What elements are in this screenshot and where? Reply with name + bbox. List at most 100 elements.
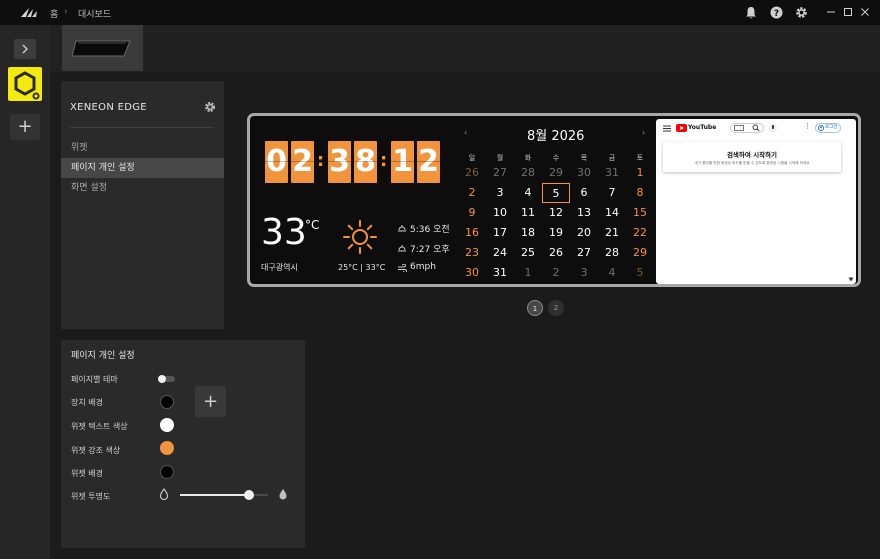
calendar-day: 8 — [636, 186, 644, 199]
weather-location: 대구광역시 — [261, 263, 298, 272]
calendar-day: 30 — [577, 166, 591, 179]
calendar-day: 3 — [580, 266, 588, 279]
calendar-day: 31 — [605, 166, 619, 179]
device-settings-gear-icon[interactable] — [204, 101, 216, 113]
title-bar: 홈 › 대시보드 ? — [0, 0, 880, 25]
menu-item-page-personalization[interactable]: 페이지 개인 설정 — [61, 158, 224, 178]
calendar-day: 25 — [521, 246, 535, 259]
widget-accent-color-swatch[interactable] — [160, 441, 174, 455]
clock-digit: 0 — [265, 141, 288, 183]
calendar-day: 20 — [577, 226, 591, 239]
calendar-day: 14 — [605, 206, 619, 219]
hamburger-menu-icon[interactable] — [663, 125, 671, 132]
microphone-icon[interactable] — [769, 123, 777, 133]
calendar-weekday: 금 — [608, 154, 616, 162]
weather-unit: °C — [305, 218, 320, 232]
calendar-day: 26 — [465, 166, 479, 179]
device-settings-panel: XENEON EDGE 위젯 페이지 개인 설정 화면 설정 — [61, 81, 224, 329]
minimize-icon[interactable] — [826, 7, 836, 17]
login-label: 로그인 — [825, 125, 838, 130]
calendar-day: 29 — [633, 246, 647, 259]
youtube-widget[interactable]: YouTube ⋮ 로그인 검색하여 시작하기 내가 좋아할 만한 동영상 피드… — [656, 119, 856, 284]
calendar-day: 30 — [465, 266, 479, 279]
clock-colon: : — [380, 150, 388, 171]
widget-text-color-label: 위젯 텍스트 색상 — [71, 422, 128, 431]
opacity-slider-knob[interactable] — [243, 490, 254, 500]
calendar-weekday: 수 — [552, 154, 560, 162]
scroll-down-icon[interactable] — [848, 277, 854, 282]
calendar-day: 22 — [633, 226, 647, 239]
calendar-month-title: 8월 2026 — [527, 129, 585, 144]
breadcrumb-separator: › — [64, 7, 68, 17]
calendar-day: 28 — [521, 166, 535, 179]
wind-icon — [398, 264, 407, 272]
device-name: XENEON EDGE — [70, 102, 147, 113]
calendar-next-icon[interactable]: › — [642, 128, 645, 137]
calendar-day: 2 — [468, 186, 476, 199]
device-rail: + — [0, 25, 50, 559]
calendar-day: 11 — [521, 206, 535, 219]
menu-item-display-settings[interactable]: 화면 설정 — [61, 178, 224, 198]
calendar-prev-icon[interactable]: ‹ — [464, 128, 467, 137]
more-options-icon[interactable]: ⋮ — [804, 122, 811, 130]
close-icon[interactable] — [860, 7, 870, 17]
search-icon[interactable] — [752, 124, 760, 132]
youtube-search-box[interactable] — [730, 123, 764, 133]
weather-wind: 6mph — [410, 262, 436, 272]
page-dot-2[interactable]: 2 — [548, 300, 564, 316]
calendar-day: 17 — [493, 226, 507, 239]
calendar-weekday: 화 — [524, 154, 532, 162]
page-theme-toggle[interactable] — [158, 375, 175, 383]
youtube-login-button[interactable]: 로그인 — [815, 123, 841, 133]
clock-digit: 2 — [291, 141, 314, 183]
droplet-outline-icon — [159, 488, 169, 500]
widget-opacity-label: 위젯 투명도 — [71, 492, 111, 501]
add-device-button[interactable]: + — [10, 114, 40, 140]
widget-bg-label: 위젯 배경 — [71, 469, 103, 478]
device-xeneon-edge-tile[interactable] — [8, 67, 42, 101]
page-dot-1[interactable]: 1 — [527, 300, 543, 316]
opacity-slider-track[interactable] — [180, 490, 268, 500]
calendar-weekday: 일 — [468, 154, 476, 162]
clock-digit: 8 — [354, 141, 377, 183]
calendar-day: 29 — [549, 166, 563, 179]
maximize-icon[interactable] — [843, 7, 853, 17]
calendar-day: 27 — [577, 246, 591, 259]
add-background-button[interactable]: + — [195, 386, 226, 417]
weather-temperature: 33 — [261, 212, 307, 253]
calendar-day: 21 — [605, 226, 619, 239]
calendar-day: 31 — [493, 266, 507, 279]
gear-icon[interactable] — [795, 6, 808, 19]
corsair-logo-icon — [21, 8, 37, 17]
menu-item-widgets[interactable]: 위젯 — [61, 138, 224, 158]
divider — [70, 127, 214, 128]
device-thumbnail-tab[interactable] — [62, 25, 143, 71]
youtube-card-title: 검색하여 시작하기 — [726, 151, 778, 159]
expand-rail-button[interactable] — [14, 39, 36, 59]
calendar-day: 13 — [577, 206, 591, 219]
widget-bg-color-swatch[interactable] — [160, 465, 174, 479]
bell-icon[interactable] — [745, 6, 757, 19]
weather-sunset: 7:27 오후 — [410, 245, 450, 255]
opacity-slider-fill — [180, 494, 249, 496]
calendar-day: 3 — [496, 186, 504, 199]
calendar-day: 10 — [493, 206, 507, 219]
calendar-day: 2 — [552, 266, 560, 279]
calendar-weekday: 목 — [580, 154, 588, 162]
sunset-icon — [398, 245, 406, 252]
device-strip — [50, 25, 880, 72]
personalization-title: 페이지 개인 설정 — [71, 351, 135, 361]
widget-text-color-swatch[interactable] — [160, 418, 174, 432]
weather-sunrise: 5:36 오전 — [410, 225, 450, 235]
help-icon[interactable]: ? — [770, 6, 783, 19]
device-bg-color-swatch[interactable] — [160, 395, 174, 409]
calendar-day: 16 — [465, 226, 479, 239]
breadcrumb-dashboard[interactable]: 대시보드 — [78, 7, 111, 20]
youtube-card-text: 내가 좋아할 만한 동영상 피드를 받을 수 있도록 동영상 시청을 시작해 보… — [694, 161, 810, 165]
sun-icon — [343, 220, 377, 254]
calendar-day: 5 — [542, 183, 570, 203]
breadcrumb-home[interactable]: 홈 — [50, 7, 58, 20]
clock-digit: 3 — [328, 141, 351, 183]
clock-digit: 2 — [417, 141, 440, 183]
svg-text:?: ? — [774, 9, 779, 19]
